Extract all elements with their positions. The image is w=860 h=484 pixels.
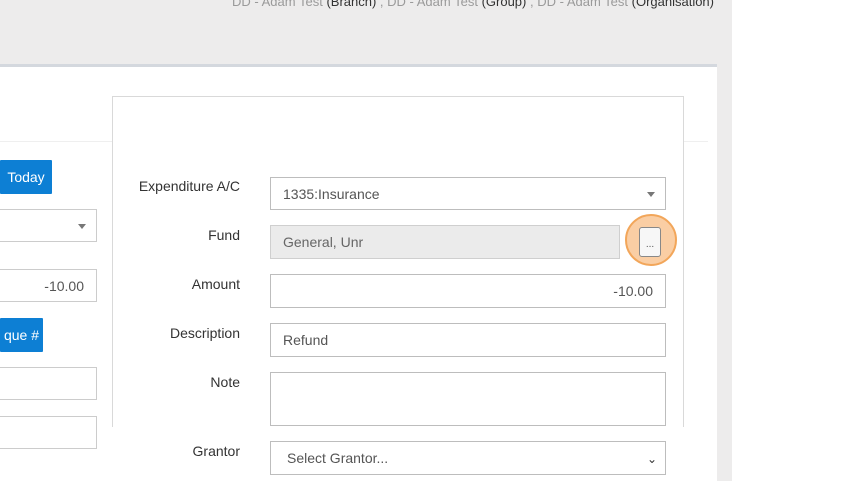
chevron-down-icon: ⌄ xyxy=(646,452,657,466)
fund-input: General, Unr xyxy=(270,225,620,259)
description-input[interactable]: Refund xyxy=(270,323,666,357)
expenditure-select[interactable]: 1335:Insurance xyxy=(270,177,666,210)
note-textarea[interactable] xyxy=(270,372,666,426)
right-blank-area xyxy=(732,0,860,481)
context-branch-type: (Branch) xyxy=(326,0,377,9)
grantor-select[interactable]: Select Grantor... ⌄ xyxy=(270,441,666,475)
chevron-down-icon xyxy=(647,191,655,197)
fund-value: General, Unr xyxy=(283,234,364,250)
context-org-type: (Organisation) xyxy=(631,0,714,9)
context-group-name: DD - Adam Test xyxy=(387,0,478,9)
amount-label: Amount xyxy=(191,276,240,292)
fund-label: Fund xyxy=(208,227,240,243)
context-group-type: (Group) xyxy=(481,0,527,9)
context-org-name: DD - Adam Test xyxy=(537,0,628,9)
expenditure-value: 1335:Insurance xyxy=(283,185,380,202)
grantor-label: Grantor xyxy=(192,443,240,459)
context-breadcrumb: DD - Adam Test (Branch) , DD - Adam Test… xyxy=(232,0,714,9)
description-label: Description xyxy=(169,325,240,341)
note-label: Note xyxy=(210,374,240,390)
amount-input[interactable]: -10.00 xyxy=(270,274,666,308)
context-branch-name: DD - Adam Test xyxy=(232,0,323,9)
fund-lookup-button[interactable]: ... xyxy=(639,227,661,257)
grantor-placeholder: Select Grantor... xyxy=(287,450,389,466)
expenditure-label: Expenditure A/C xyxy=(138,178,240,194)
